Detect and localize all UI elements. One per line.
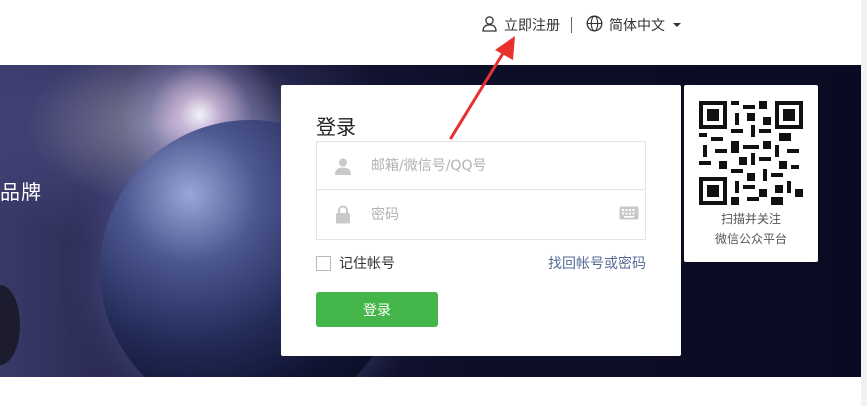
- remember-label: 记住帐号: [339, 256, 395, 272]
- page-scrollbar-track[interactable]: [861, 0, 867, 406]
- qr-caption-line2: 微信公众平台: [714, 232, 787, 246]
- banner-arc: [0, 285, 20, 365]
- header-divider: [571, 17, 572, 33]
- banner-side-text: 品牌: [0, 180, 42, 204]
- login-button[interactable]: 登录: [316, 292, 438, 327]
- forgot-password-link[interactable]: 找回帐号或密码: [548, 253, 646, 273]
- login-page: 立即注册 简体中文 品牌 登录 邮箱/微信号/QQ号 记住帐号 找回帐号或密码 …: [0, 0, 867, 406]
- remember-checkbox[interactable]: [316, 255, 331, 271]
- language-label: 简体中文: [609, 18, 665, 34]
- qr-code-image: [699, 101, 803, 205]
- user-icon: [481, 15, 498, 36]
- password-field: [316, 190, 646, 240]
- user-icon: [317, 157, 369, 175]
- register-label: 立即注册: [504, 18, 560, 34]
- lock-icon: [317, 205, 369, 224]
- register-link[interactable]: 立即注册: [481, 14, 560, 36]
- password-input[interactable]: [369, 205, 609, 224]
- globe-icon: [586, 15, 603, 36]
- chevron-down-icon: [673, 23, 681, 27]
- login-card: 登录 记住帐号 找回帐号或密码 登录: [281, 85, 681, 356]
- account-input[interactable]: [369, 156, 609, 175]
- qr-card: 扫描并关注 微信公众平台: [684, 85, 818, 262]
- account-field: [316, 141, 646, 190]
- language-selector[interactable]: 简体中文: [586, 14, 681, 36]
- remember-account[interactable]: 记住帐号: [316, 253, 395, 273]
- login-title: 登录: [316, 115, 356, 139]
- top-header: 立即注册 简体中文: [0, 0, 861, 64]
- keyboard-icon[interactable]: [619, 205, 639, 225]
- qr-caption-line1: 扫描并关注: [720, 212, 781, 226]
